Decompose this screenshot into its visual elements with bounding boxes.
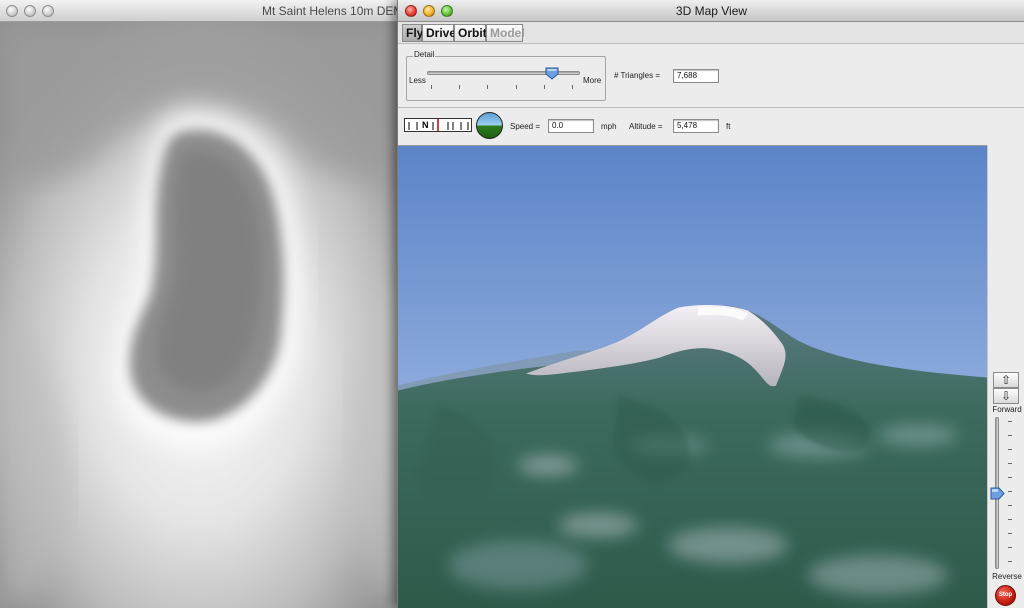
altitude-label: Altitude = [629,122,663,131]
detail-tick [487,85,488,89]
minimize-icon[interactable] [24,5,36,17]
controls-divider [398,107,1024,108]
dem-elevation-image [0,22,400,608]
compass-heading-label: N [422,120,429,130]
detail-slider-thumb[interactable] [545,67,559,80]
triangles-label: # Triangles = [614,71,661,80]
throttle-tick [1008,491,1012,492]
detail-tick [431,85,432,89]
mode-toolbar: Fly Drive Orbit Model [398,22,1024,44]
dem-titlebar[interactable]: Mt Saint Helens 10m DEM [0,0,400,22]
detail-tick [459,85,460,89]
arrow-down-icon[interactable]: ⇩ [993,388,1019,404]
altitude-field[interactable]: 5,478 [673,119,719,133]
detail-group: Detail Less More [406,50,606,101]
throttle-slider-thumb[interactable] [990,487,1005,500]
speed-field[interactable]: 0.0 [548,119,594,133]
throttle-tick [1008,421,1012,422]
throttle-tick [1008,449,1012,450]
map-view-window: 3D Map View Fly Drive Orbit Model Detail… [397,0,1024,608]
map-view-titlebar[interactable]: 3D Map View [398,0,1024,22]
terrain-3d-viewport[interactable] [398,145,987,608]
throttle-panel: ⇧ ⇩ Forward Reverse Stop [987,145,1024,608]
speed-unit: mph [601,122,617,131]
map-view-title: 3D Map View [675,4,748,18]
compass-indicator: N [404,118,472,132]
controls-panel: Detail Less More # Triangles = 7,688 N S… [398,45,1024,145]
throttle-tick [1008,463,1012,464]
speed-label: Speed = [510,122,541,131]
mode-orbit-button[interactable]: Orbit [454,24,487,42]
throttle-tick [1008,519,1012,520]
detail-tick [544,85,545,89]
detail-less-label: Less [409,76,426,85]
throttle-tick [1008,533,1012,534]
mode-fly-button[interactable]: Fly [402,24,423,42]
arrow-up-icon[interactable]: ⇧ [993,372,1019,388]
throttle-tick [1008,561,1012,562]
altitude-unit: ft [726,122,731,131]
stop-icon[interactable]: Stop [995,585,1016,606]
dem-window: Mt Saint Helens 10m DEM [0,0,400,608]
zoom-icon[interactable] [42,5,54,17]
detail-tick [516,85,517,89]
dem-window-title: Mt Saint Helens 10m DEM [262,4,400,18]
detail-legend: Detail [413,50,436,59]
detail-tick [572,85,573,89]
throttle-tick [1008,505,1012,506]
throttle-tick [1008,477,1012,478]
compass-scale [408,119,469,131]
detail-more-label: More [583,76,602,85]
mode-model-button: Model [486,24,525,42]
throttle-tick [1008,435,1012,436]
throttle-reverse-label: Reverse [992,572,1022,581]
attitude-horizon-icon [476,112,503,139]
close-icon[interactable] [6,5,18,17]
triangles-field[interactable]: 7,688 [673,69,719,83]
mode-drive-button[interactable]: Drive [422,24,456,42]
throttle-forward-label: Forward [992,405,1022,414]
throttle-tick [1008,547,1012,548]
